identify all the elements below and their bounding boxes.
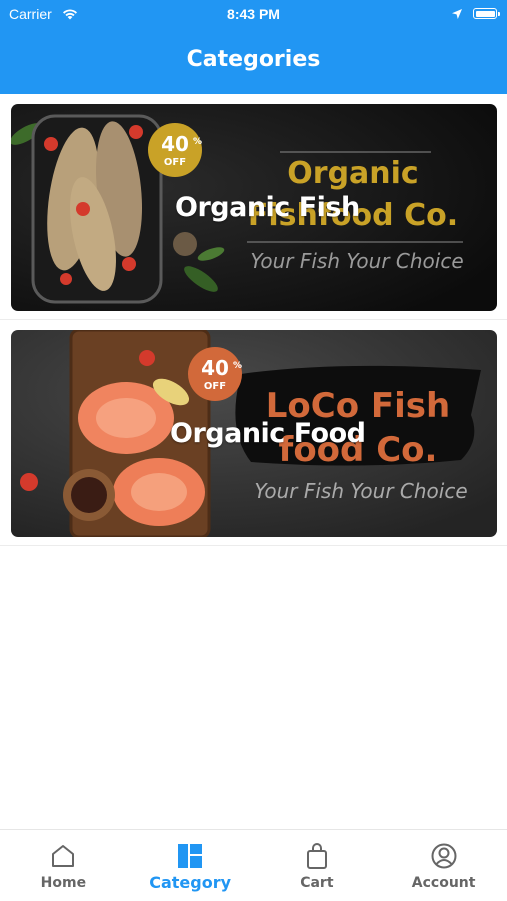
category-title: Organic Fish — [175, 192, 360, 223]
cart-bag-icon — [303, 842, 331, 870]
category-title: Organic Food — [170, 418, 366, 449]
home-icon — [49, 842, 77, 870]
category-list[interactable]: 40 % OFF Organic Fishfood Co. Your Fish … — [0, 94, 507, 546]
category-cell-organic-fish[interactable]: 40 % OFF Organic Fishfood Co. Your Fish … — [0, 94, 507, 320]
tab-category[interactable]: Category — [127, 830, 254, 901]
tab-home[interactable]: Home — [0, 830, 127, 901]
navigation-bar: Categories — [0, 28, 507, 94]
tab-label: Home — [40, 875, 87, 891]
tab-cart[interactable]: Cart — [254, 830, 381, 901]
status-time: 8:43 PM — [227, 6, 280, 22]
battery-icon — [473, 8, 500, 19]
tab-account[interactable]: Account — [380, 830, 507, 901]
category-card-organic-food[interactable]: 40 % OFF LoCo Fish food Co. Your Fish Yo… — [11, 330, 497, 537]
page-title: Categories — [186, 47, 321, 72]
category-cell-organic-food[interactable]: 40 % OFF LoCo Fish food Co. Your Fish Yo… — [0, 320, 507, 546]
tab-bar: Home Category Cart Account — [0, 829, 507, 901]
tab-label: Cart — [300, 875, 334, 891]
location-arrow-icon — [451, 7, 463, 23]
tab-label: Category — [149, 873, 232, 892]
category-icon — [176, 842, 204, 870]
category-card-organic-fish[interactable]: 40 % OFF Organic Fishfood Co. Your Fish … — [11, 104, 497, 311]
tab-label: Account — [411, 875, 476, 891]
account-icon — [430, 842, 458, 870]
status-bar: Carrier 8:43 PM — [0, 0, 507, 28]
